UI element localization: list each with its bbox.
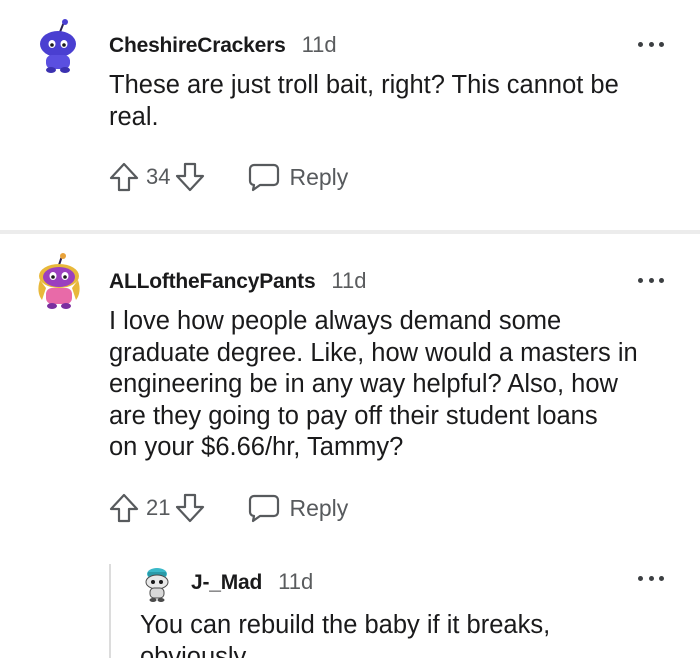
ellipsis-icon-dot [648,41,654,47]
more-options-button[interactable] [638,40,664,48]
ellipsis-icon-dot [638,277,643,283]
upvote-button[interactable] [108,161,140,193]
snoo-avatar-icon [145,568,169,602]
comment-body-line: I love how people always demand some [109,307,562,335]
comment-body: You can rebuild the baby if it breaks, o… [140,610,550,658]
comment-body-line: obviously. [140,642,252,658]
comment-actions: 21 Reply [108,492,348,524]
upvote-button[interactable] [108,492,140,524]
comment: CheshireCrackers 11d These are just trol… [0,0,700,230]
comment-body-line: These are just troll bait, right? This c… [109,71,619,99]
comment-actions: 34 Reply [108,161,348,193]
timestamp: 11d [278,569,314,594]
comment-thread: CheshireCrackers 11d These are just trol… [0,0,700,658]
more-options-button[interactable] [638,276,664,284]
ellipsis-icon-dot [659,277,664,283]
comment: ALLoftheFancyPants 11d I love how people… [0,234,700,564]
reply-button[interactable]: Reply [248,162,348,192]
comment-reply: J-_Mad 11d You can rebuild the baby if i… [0,560,700,658]
ellipsis-icon-dot [638,575,643,581]
speech-bubble-icon [249,494,280,523]
more-options-button[interactable] [638,574,664,582]
ellipsis-icon-dot [659,575,664,581]
comment-body-line: engineering be in any way helpful? Also,… [109,370,618,398]
comment-body-line: graduate degree. Like, how would a maste… [109,338,638,367]
timestamp: 11d [301,32,337,57]
username[interactable]: J-_Mad [191,571,262,595]
avatar[interactable] [142,566,172,602]
reply-label: Reply [289,494,349,521]
speech-bubble-icon [249,163,280,192]
arrow-down-outline-icon [176,162,205,192]
downvote-button[interactable] [174,492,206,524]
timestamp: 11d [331,268,367,293]
comment-body-line: You can rebuild the baby if it breaks, [140,611,551,639]
username[interactable]: ALLoftheFancyPants [109,270,316,294]
comment-meta: CheshireCrackers 11d [109,32,337,58]
comment-body-line: are they going to pay off their student … [109,401,598,430]
comment-body-line: real. [109,102,159,131]
vote-count: 34 [146,164,171,189]
vote-count: 21 [146,495,171,520]
ellipsis-icon-dot [648,575,654,581]
reply-button[interactable]: Reply [248,493,348,523]
reply-label: Reply [289,163,349,190]
ellipsis-icon-dot [659,41,664,47]
arrow-up-outline-icon [109,162,139,192]
comment-body: These are just troll bait, right? This c… [109,70,619,133]
snoo-avatar-icon [38,253,80,309]
arrow-down-outline-icon [176,493,205,523]
comment-meta: J-_Mad 11d [191,569,313,595]
ellipsis-icon-dot [648,277,654,283]
downvote-button[interactable] [174,161,206,193]
comment-meta: ALLoftheFancyPants 11d [109,268,367,294]
arrow-up-outline-icon [109,493,139,523]
snoo-avatar-icon [40,19,76,73]
comment-body-line: on your $6.66/hr, Tammy? [109,433,404,461]
username[interactable]: CheshireCrackers [109,34,286,58]
ellipsis-icon-dot [638,41,643,47]
avatar[interactable] [32,252,84,309]
avatar[interactable] [34,18,86,73]
comment-body: I love how people always demand some gra… [109,306,638,464]
